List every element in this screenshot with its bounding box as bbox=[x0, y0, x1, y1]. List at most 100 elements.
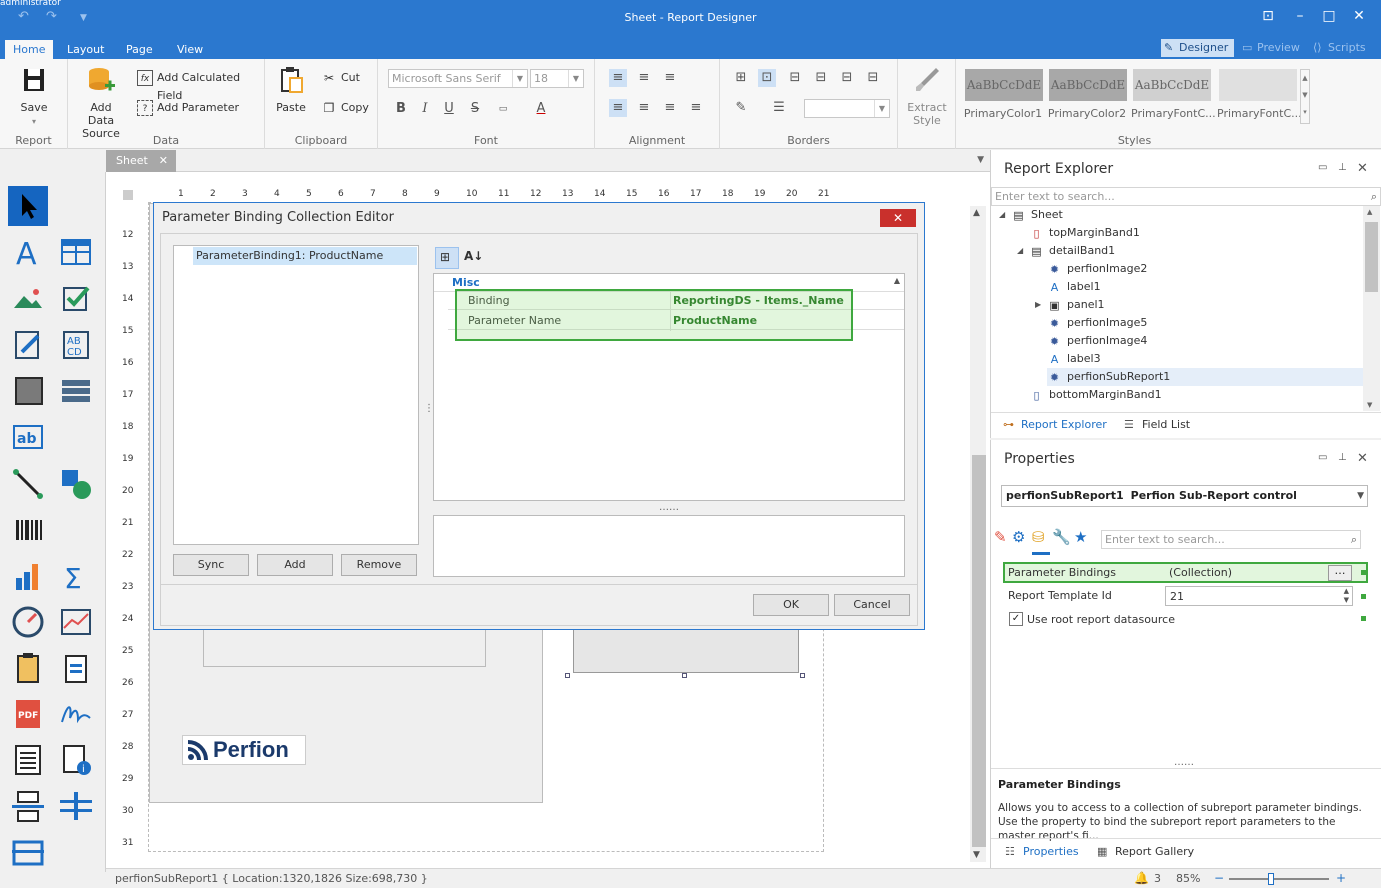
add-data-source-button[interactable]: Add Data Source bbox=[76, 65, 126, 140]
property-value[interactable]: (Collection) bbox=[1169, 566, 1232, 579]
style-sample-2[interactable]: AaBbCcDdE bbox=[1049, 69, 1127, 101]
zoom-out-icon[interactable]: − bbox=[1214, 871, 1224, 885]
sort-alphabetical-icon[interactable]: A↓ bbox=[464, 249, 483, 263]
design-scroll-thumb[interactable] bbox=[972, 455, 986, 847]
border-all-icon[interactable]: ⊞ bbox=[732, 69, 750, 87]
style-sample-3[interactable]: AaBbCcDdE bbox=[1133, 69, 1211, 101]
sync-button[interactable]: Sync bbox=[173, 554, 249, 576]
gear-icon[interactable]: ⚙ bbox=[1012, 528, 1025, 546]
tree-node-perfionsubreport1[interactable]: ✹ perfionSubReport1 bbox=[1047, 368, 1363, 386]
tab-home[interactable]: Home bbox=[5, 40, 54, 59]
align-middle-icon[interactable]: ≡ bbox=[635, 69, 653, 87]
bell-icon[interactable]: 🔔 bbox=[1134, 871, 1149, 885]
zoom-slider-thumb[interactable] bbox=[1268, 873, 1274, 885]
tree-node-bottommarginband[interactable]: ▯ bottomMarginBand1 bbox=[1029, 386, 1161, 404]
ribbon-display-icon[interactable]: ⊡ bbox=[1256, 8, 1280, 24]
binding-list[interactable]: ParameterBinding1: ProductName bbox=[173, 245, 419, 545]
explorer-scrollbar[interactable]: ▲ ▼ bbox=[1363, 206, 1380, 411]
ellipsis-button[interactable]: … bbox=[1328, 565, 1352, 581]
border-top-icon[interactable]: ⊟ bbox=[812, 69, 830, 87]
database-icon[interactable]: ⛁ bbox=[1032, 528, 1045, 546]
property-row-template-id[interactable]: Report Template Id 21 ▲ ▼ bbox=[1005, 586, 1355, 606]
collapse-icon[interactable]: ▲ bbox=[894, 276, 900, 285]
spin-icon[interactable]: ▲ ▼ bbox=[1344, 587, 1349, 605]
subreport-control[interactable] bbox=[573, 623, 799, 673]
perfion-logo[interactable]: Perfion bbox=[182, 735, 306, 765]
tree-node-perfionimage5[interactable]: ✹ perfionImage5 bbox=[1047, 314, 1147, 332]
maximize-icon[interactable]: □ bbox=[1317, 8, 1341, 24]
save-button[interactable]: Save ▾ bbox=[12, 65, 56, 128]
scripts-tab[interactable]: ⟨⟩ Scripts bbox=[1310, 39, 1372, 57]
italic-icon[interactable]: I bbox=[416, 100, 434, 118]
background-color-icon[interactable]: ▭ bbox=[494, 100, 512, 118]
search-icon[interactable]: ⌕ bbox=[1351, 531, 1357, 548]
component-selector[interactable]: perfionSubReport1 Perfion Sub-Report con… bbox=[1001, 485, 1368, 507]
border-color-icon[interactable]: ✎ bbox=[732, 99, 750, 117]
scroll-down-icon[interactable]: ▼ bbox=[973, 850, 980, 860]
tree-node-sheet[interactable]: ▤ Sheet bbox=[1011, 206, 1063, 224]
pin-icon[interactable]: ⊥ bbox=[1338, 162, 1347, 173]
gauge-tool[interactable] bbox=[8, 602, 48, 642]
border-left-icon[interactable]: ⊟ bbox=[786, 69, 804, 87]
window-maximize-icon[interactable]: ▭ bbox=[1318, 162, 1327, 173]
bold-icon[interactable]: B bbox=[392, 100, 410, 118]
paste-button[interactable]: Paste bbox=[271, 65, 311, 114]
page-break-tool[interactable] bbox=[8, 786, 48, 826]
subreport-tool[interactable] bbox=[56, 648, 96, 688]
tab-field-list[interactable]: ☰ Field List bbox=[1124, 418, 1190, 431]
styles-scroll[interactable]: ▲ ▼ ▾ bbox=[1300, 69, 1310, 124]
cancel-button[interactable]: Cancel bbox=[834, 594, 910, 616]
border-width-icon[interactable]: ☰ bbox=[770, 99, 788, 117]
resize-handle[interactable] bbox=[682, 673, 687, 678]
border-bottom-icon[interactable]: ⊟ bbox=[864, 69, 882, 87]
tab-report-gallery[interactable]: ▦ Report Gallery bbox=[1097, 845, 1194, 858]
expand-icon[interactable]: ◢ bbox=[1017, 246, 1023, 255]
tree-node-label1[interactable]: Alabel1 bbox=[1047, 278, 1101, 296]
categorized-view-button[interactable]: ⊞ bbox=[435, 247, 459, 269]
tree-node-perfionimage4[interactable]: ✹ perfionImage4 bbox=[1047, 332, 1147, 350]
border-right-icon[interactable]: ⊟ bbox=[838, 69, 856, 87]
add-calculated-field-button[interactable]: fx Add Calculated Field bbox=[137, 69, 264, 102]
ok-button[interactable]: OK bbox=[753, 594, 829, 616]
underline-icon[interactable]: U bbox=[440, 100, 458, 118]
signature-tool[interactable] bbox=[56, 694, 96, 734]
zoom-slider[interactable] bbox=[1229, 878, 1329, 880]
tree-node-panel1[interactable]: ▣ panel1 bbox=[1047, 296, 1104, 314]
tab-page[interactable]: Page bbox=[118, 40, 161, 59]
align-right-icon[interactable]: ≡ bbox=[661, 99, 679, 117]
splitter-grip[interactable]: …… bbox=[659, 502, 679, 513]
wrench-icon[interactable]: 🔧 bbox=[1052, 528, 1071, 546]
barcode-tool[interactable] bbox=[8, 510, 48, 550]
tab-report-explorer[interactable]: ⊶ Report Explorer bbox=[1003, 418, 1107, 431]
strikethrough-icon[interactable]: S bbox=[466, 100, 484, 118]
window-maximize-icon[interactable]: ▭ bbox=[1318, 452, 1327, 463]
cut-button[interactable]: ✂ Cut bbox=[321, 69, 360, 87]
character-comb-tool[interactable]: AB CD bbox=[56, 324, 96, 364]
properties-search-input[interactable]: Enter text to search... ⌕ bbox=[1101, 530, 1361, 549]
align-left-icon[interactable]: ≡ bbox=[609, 99, 627, 117]
tree-node-detailband[interactable]: ▤ detailBand1 bbox=[1029, 242, 1115, 260]
align-top-icon[interactable]: ≡ bbox=[609, 69, 627, 87]
image-tool[interactable] bbox=[8, 278, 48, 318]
property-row-parameter-bindings[interactable]: Parameter Bindings (Collection) … bbox=[1005, 564, 1355, 582]
close-panel-icon[interactable]: ✕ bbox=[1357, 161, 1368, 176]
align-justify-icon[interactable]: ≡ bbox=[687, 99, 705, 117]
sparkline-tool[interactable] bbox=[56, 602, 96, 642]
close-window-icon[interactable]: ✕ bbox=[1347, 8, 1371, 24]
report-info-tool[interactable]: i bbox=[56, 740, 96, 780]
checkbox-tool[interactable] bbox=[56, 278, 96, 318]
designer-tab[interactable]: ✎ Designer bbox=[1161, 39, 1234, 57]
pin-icon[interactable]: ⊥ bbox=[1338, 452, 1347, 463]
shape-tool[interactable] bbox=[56, 464, 96, 504]
explorer-search-input[interactable]: Enter text to search... ⌕ bbox=[991, 187, 1381, 206]
style-sample-4[interactable] bbox=[1219, 69, 1297, 101]
font-size-combo[interactable]: 18 ▼ bbox=[530, 69, 584, 88]
line-tool[interactable] bbox=[8, 464, 48, 504]
tab-layout[interactable]: Layout bbox=[59, 40, 112, 59]
splitter-grip[interactable]: …… bbox=[1174, 757, 1194, 768]
list-item[interactable]: ParameterBinding1: ProductName bbox=[193, 247, 417, 265]
page-info-tool[interactable] bbox=[8, 648, 48, 688]
star-icon[interactable]: ★ bbox=[1074, 528, 1087, 546]
cross-tab-tool[interactable] bbox=[56, 370, 96, 410]
text-box-tool[interactable]: ab bbox=[8, 416, 48, 456]
